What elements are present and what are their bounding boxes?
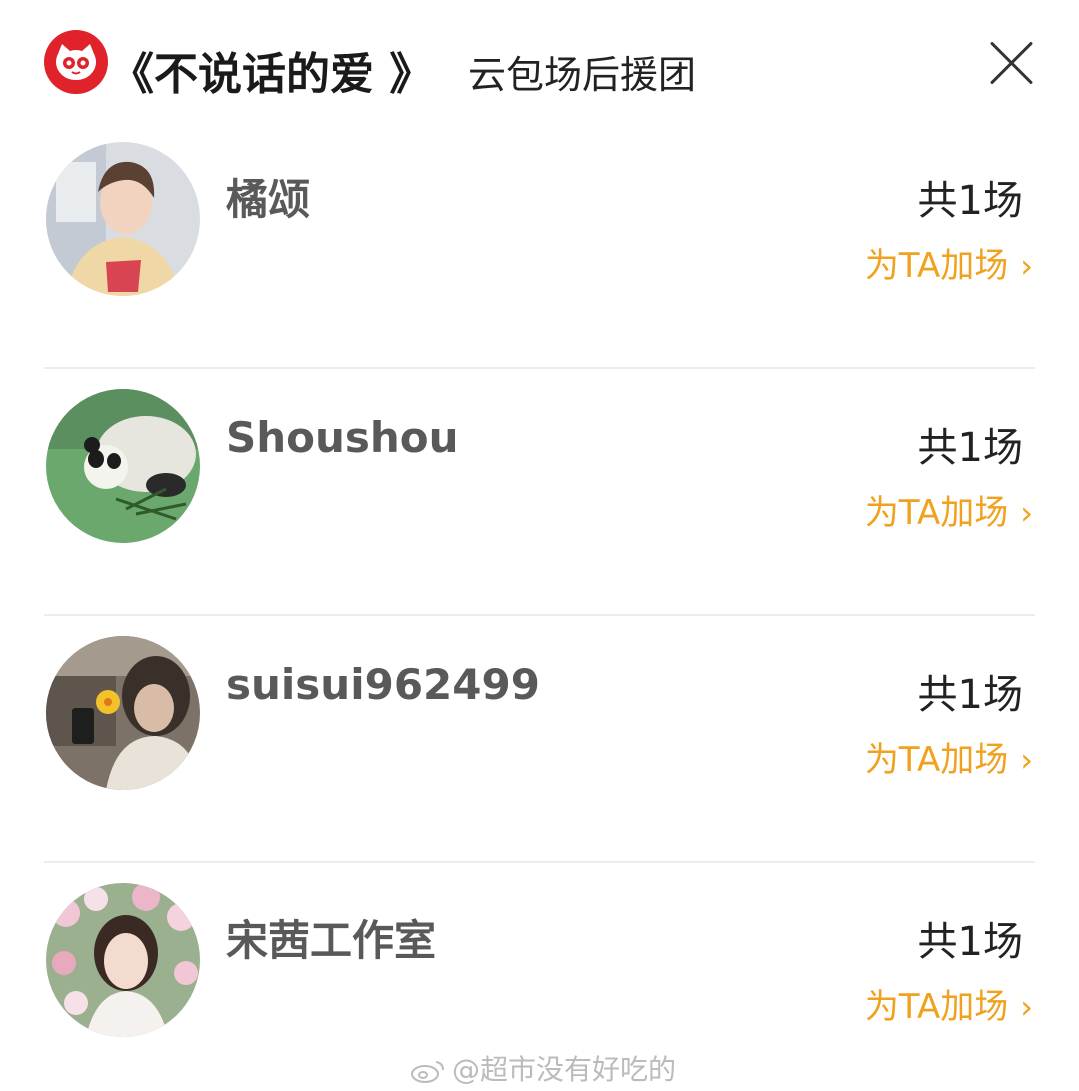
watermark-text: @超市没有好吃的 (452, 1053, 677, 1086)
page: 《不说话的爱 》 云包场后援团 橘颂 共1场 为TA加场 › Shoushou … (0, 0, 1079, 1091)
page-title: 《不说话的爱 》 (110, 49, 434, 100)
close-icon[interactable] (988, 40, 1034, 86)
session-count: 共1场 (917, 178, 1023, 224)
list-item: Shoushou 共1场 为TA加场 › (0, 369, 1079, 616)
add-session-label: 为TA加场 (864, 246, 1009, 286)
avatar[interactable] (46, 883, 200, 1037)
avatar[interactable] (46, 636, 200, 790)
weibo-watermark: @超市没有好吃的 (410, 1048, 676, 1088)
page-subtitle: 云包场后援团 (468, 53, 697, 97)
chevron-right-icon: › (1020, 494, 1033, 532)
add-session-label: 为TA加场 (864, 987, 1009, 1027)
add-session-link[interactable]: 为TA加场 › (865, 979, 1033, 1028)
add-session-link[interactable]: 为TA加场 › (865, 238, 1033, 287)
supporter-name: 宋茜工作室 (226, 916, 437, 965)
add-session-label: 为TA加场 (864, 493, 1009, 533)
chevron-right-icon: › (1020, 988, 1033, 1026)
avatar[interactable] (46, 142, 200, 296)
supporter-list: 橘颂 共1场 为TA加场 › Shoushou 共1场 为TA加场 › suis… (0, 122, 1079, 1091)
avatar[interactable] (46, 389, 200, 543)
session-count: 共1场 (917, 919, 1023, 965)
sheet-header: 《不说话的爱 》 云包场后援团 (44, 24, 1044, 104)
session-count: 共1场 (917, 425, 1023, 471)
list-item: suisui962499 共1场 为TA加场 › (0, 616, 1079, 863)
supporter-name: suisui962499 (226, 660, 540, 709)
bottom-sheet: 《不说话的爱 》 云包场后援团 橘颂 共1场 为TA加场 › Shoushou … (0, 0, 1079, 1091)
add-session-link[interactable]: 为TA加场 › (865, 485, 1033, 534)
chevron-right-icon: › (1020, 741, 1033, 779)
chevron-right-icon: › (1020, 247, 1033, 285)
list-item: 橘颂 共1场 为TA加场 › (0, 122, 1079, 369)
add-session-link[interactable]: 为TA加场 › (865, 732, 1033, 781)
supporter-name: 橘颂 (226, 175, 311, 224)
supporter-name: Shoushou (226, 413, 459, 462)
add-session-label: 为TA加场 (864, 740, 1009, 780)
session-count: 共1场 (917, 672, 1023, 718)
maoyan-logo-icon (44, 30, 108, 94)
weibo-icon (411, 1061, 444, 1083)
